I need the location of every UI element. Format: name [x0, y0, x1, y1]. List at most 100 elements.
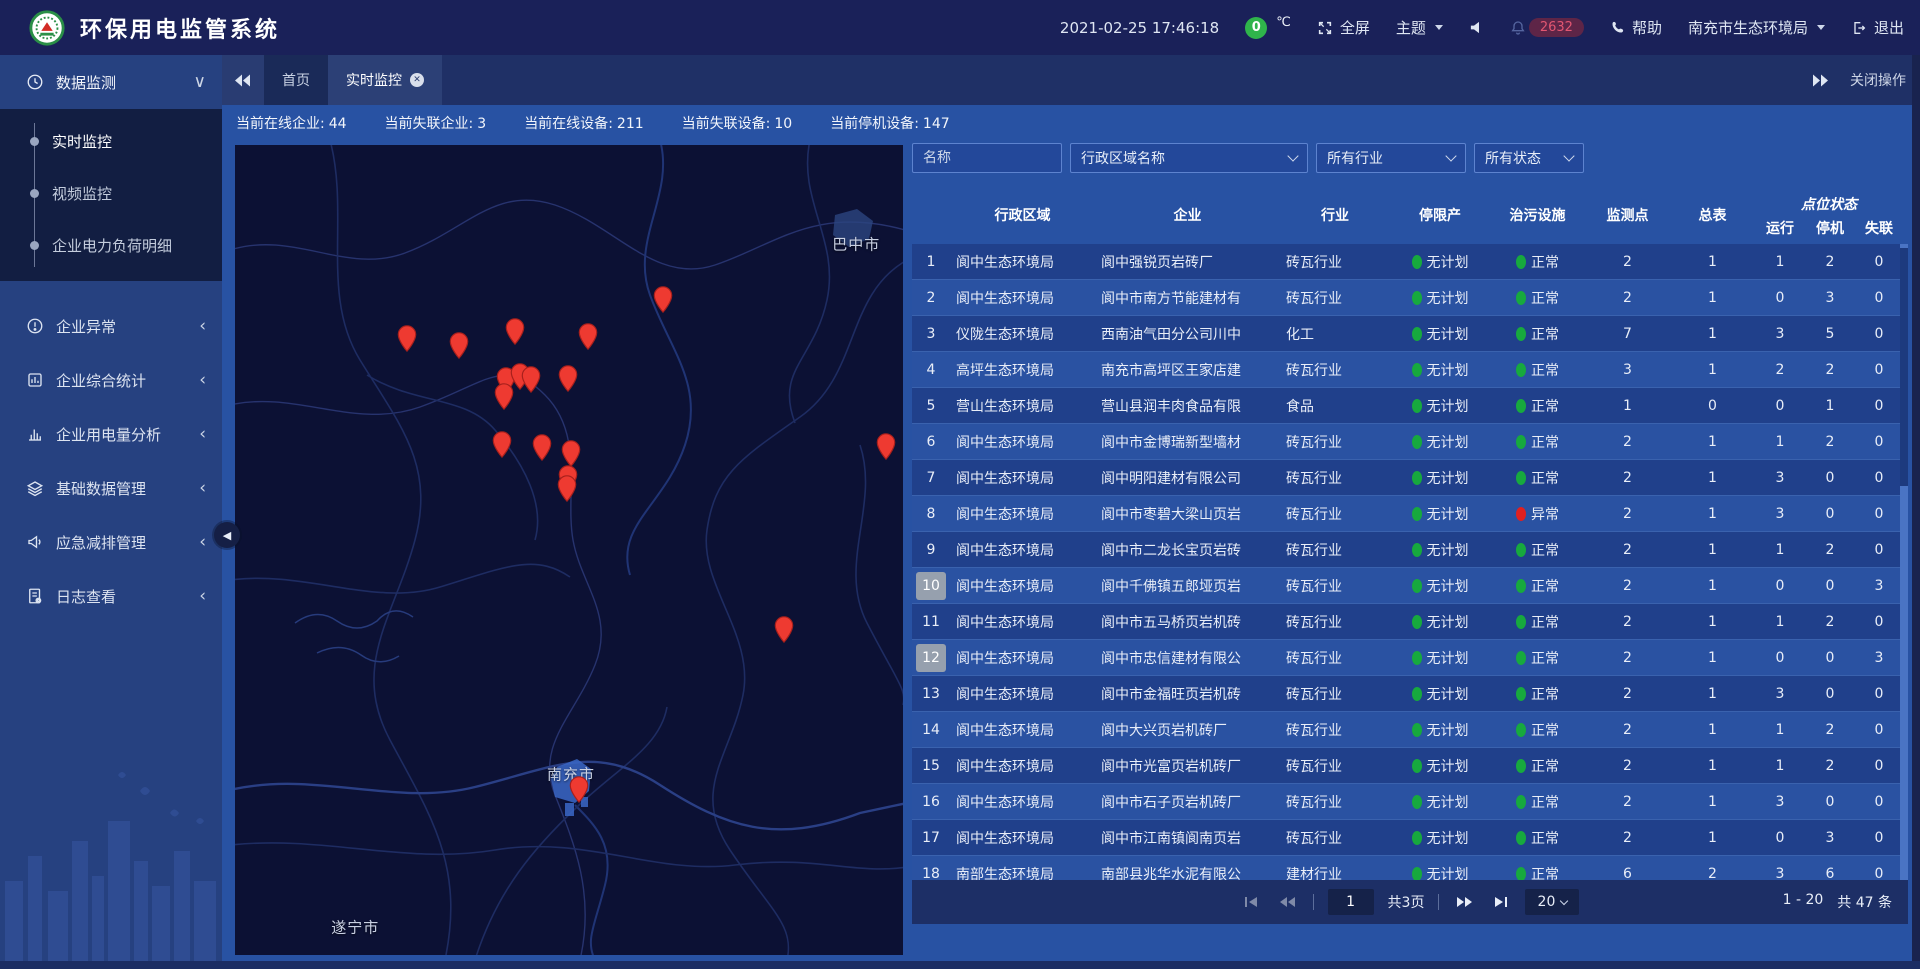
table-row[interactable]: 11阆中生态环境局阆中市五马桥页岩机砖砖瓦行业无计划正常21120	[912, 604, 1903, 640]
double-chevron-right-icon[interactable]	[1812, 74, 1828, 87]
tab-realtime-monitoring[interactable]: 实时监控 ✕	[328, 55, 442, 105]
table-row[interactable]: 5营山生态环境局营山县润丰肉食品有限食品无计划正常10010	[912, 388, 1903, 424]
row-monitor-count: 2	[1585, 614, 1670, 630]
map-pin-icon[interactable]	[397, 325, 416, 356]
map-pin-icon[interactable]	[877, 433, 896, 464]
page-size-select[interactable]: 20	[1525, 889, 1579, 915]
status-dot-icon	[1412, 723, 1422, 737]
map-pin-icon[interactable]	[449, 332, 468, 363]
table-row[interactable]: 12阆中生态环境局阆中市忠信建材有限公砖瓦行业无计划正常21003	[912, 640, 1903, 676]
scrollbar-thumb[interactable]	[1900, 248, 1908, 486]
name-filter[interactable]	[912, 143, 1062, 173]
table-row[interactable]: 10阆中生态环境局阆中千佛镇五郎垭页岩砖瓦行业无计划正常21003	[912, 568, 1903, 604]
map-pin-icon[interactable]	[505, 318, 524, 349]
row-region: 阆中生态环境局	[950, 612, 1095, 632]
logout-button[interactable]: 退出	[1851, 17, 1904, 38]
sidebar-group-emergency-reduction[interactable]: 应急减排管理 ‹	[0, 515, 222, 569]
row-limit-status: 无计划	[1390, 432, 1490, 452]
map-pin-icon[interactable]	[570, 776, 589, 807]
map-pin-icon[interactable]	[559, 365, 578, 396]
status-dot-icon	[1516, 327, 1526, 341]
table-row[interactable]: 1阆中生态环境局阆中强锐页岩砖厂砖瓦行业无计划正常21120	[912, 244, 1903, 280]
sidebar-item-video-monitoring[interactable]: 视频监控	[0, 167, 222, 219]
table-row[interactable]: 9阆中生态环境局阆中市二龙长宝页岩砖砖瓦行业无计划正常21120	[912, 532, 1903, 568]
table-row[interactable]: 4高坪生态环境局南充市高坪区王家店建砖瓦行业无计划正常31220	[912, 352, 1903, 388]
table-row[interactable]: 6阆中生态环境局阆中市金博瑞新型墙材砖瓦行业无计划正常21120	[912, 424, 1903, 460]
map-pin-icon[interactable]	[533, 434, 552, 465]
table-row[interactable]: 13阆中生态环境局阆中市金福旺页岩机砖砖瓦行业无计划正常21300	[912, 676, 1903, 712]
row-industry: 砖瓦行业	[1280, 792, 1390, 812]
next-page-button[interactable]	[1453, 891, 1475, 913]
map-pin-icon[interactable]	[493, 431, 512, 462]
sidebar-collapse-button[interactable]: ◀	[214, 522, 240, 548]
close-operations-button[interactable]: 关闭操作	[1850, 70, 1906, 90]
sidebar-group-data-monitoring[interactable]: 数据监测 ∨	[0, 55, 222, 109]
table-row[interactable]: 15阆中生态环境局阆中市光富页岩机砖厂砖瓦行业无计划正常21120	[912, 748, 1903, 784]
row-offline-count: 0	[1855, 362, 1903, 378]
map-pin-icon[interactable]	[654, 286, 673, 317]
sidebar-item-realtime-monitoring[interactable]: 实时监控	[0, 115, 222, 167]
page-number-input[interactable]: 1	[1328, 889, 1374, 915]
table-scrollbar[interactable]	[1900, 244, 1908, 880]
close-tab-icon[interactable]: ✕	[410, 73, 424, 87]
sidebar-group-power-analysis[interactable]: 企业用电量分析 ‹	[0, 407, 222, 461]
row-monitor-count: 2	[1585, 434, 1670, 450]
table-row[interactable]: 7阆中生态环境局阆中明阳建材有限公司砖瓦行业无计划正常21300	[912, 460, 1903, 496]
sidebar-group-company-abnormal[interactable]: 企业异常 ‹	[0, 299, 222, 353]
row-run-count: 1	[1755, 254, 1805, 270]
map-pin-icon[interactable]	[557, 475, 576, 506]
row-region: 营山生态环境局	[950, 396, 1095, 416]
table-row[interactable]: 16阆中生态环境局阆中市石子页岩机砖厂砖瓦行业无计划正常21300	[912, 784, 1903, 820]
sidebar-item-power-load-detail[interactable]: 企业电力负荷明细	[0, 219, 222, 271]
megaphone-icon	[26, 533, 44, 551]
row-company: 阆中明阳建材有限公司	[1095, 468, 1280, 488]
map-pin-icon[interactable]	[521, 366, 540, 397]
notifications[interactable]: 2632	[1510, 18, 1584, 37]
status-dot-icon	[1516, 543, 1526, 557]
table-row[interactable]: 2阆中生态环境局阆中市南方节能建材有砖瓦行业无计划正常21030	[912, 280, 1903, 316]
mute-button[interactable]	[1469, 20, 1484, 35]
caret-down-icon	[1817, 25, 1825, 30]
org-dropdown[interactable]: 南充市生态环境局	[1688, 17, 1825, 38]
chevron-down-icon	[1563, 150, 1574, 161]
industry-filter-select[interactable]: 所有行业	[1316, 143, 1466, 173]
map-pin-icon[interactable]	[775, 616, 794, 647]
sidebar-group-label: 日志查看	[56, 586, 116, 607]
row-region: 阆中生态环境局	[950, 252, 1095, 272]
first-page-button[interactable]	[1241, 891, 1263, 913]
table-row[interactable]: 18南部生态环境局南部县兆华水泥有限公建材行业无计划正常62360	[912, 856, 1903, 880]
table-row[interactable]: 17阆中生态环境局阆中市江南镇阆南页岩砖瓦行业无计划正常21030	[912, 820, 1903, 856]
status-filter-select[interactable]: 所有状态	[1474, 143, 1584, 173]
map-pin-icon[interactable]	[578, 323, 597, 354]
status-dot-icon	[1412, 255, 1422, 269]
map-panel[interactable]: 巴中市南充市遂宁市	[235, 145, 903, 955]
logout-icon	[1851, 20, 1867, 36]
col-header-company: 企业	[1095, 205, 1280, 225]
map-pin-icon[interactable]	[495, 383, 514, 414]
name-filter-input[interactable]	[923, 150, 1051, 166]
sidebar-group-base-data[interactable]: 基础数据管理 ‹	[0, 461, 222, 515]
table-row[interactable]: 14阆中生态环境局阆中大兴页岩机砖厂砖瓦行业无计划正常21120	[912, 712, 1903, 748]
row-index: 6	[912, 434, 950, 450]
theme-dropdown[interactable]: 主题	[1396, 17, 1443, 38]
pagination-bar: 1 共3页 20 1 - 20 共 47 条	[912, 880, 1908, 924]
table-row[interactable]: 3仪陇生态环境局西南油气田分公司川中化工无计划正常71350	[912, 316, 1903, 352]
tab-home[interactable]: 首页	[264, 55, 328, 105]
fullscreen-label: 全屏	[1340, 17, 1370, 38]
table-row[interactable]: 8阆中生态环境局阆中市枣碧大梁山页岩砖瓦行业无计划异常21300	[912, 496, 1903, 532]
help-button[interactable]: 帮助	[1610, 17, 1662, 38]
prev-page-button[interactable]	[1277, 891, 1299, 913]
sidebar-group-company-statistics[interactable]: 企业综合统计 ‹	[0, 353, 222, 407]
row-company: 阆中市枣碧大梁山页岩	[1095, 504, 1280, 524]
status-dot-icon	[1412, 759, 1422, 773]
fullscreen-button[interactable]: 全屏	[1317, 17, 1370, 38]
sidebar-group-log-view[interactable]: 日志查看 ‹	[0, 569, 222, 623]
row-monitor-count: 2	[1585, 506, 1670, 522]
region-filter-select[interactable]: 行政区域名称	[1070, 143, 1308, 173]
row-monitor-count: 2	[1585, 578, 1670, 594]
stat-offline-companies: 当前失联企业3	[385, 113, 487, 133]
row-index: 14	[912, 722, 950, 738]
stat-stopped-devices: 当前停机设备147	[830, 113, 949, 133]
last-page-button[interactable]	[1489, 891, 1511, 913]
tab-scroll-left-button[interactable]	[222, 55, 264, 105]
